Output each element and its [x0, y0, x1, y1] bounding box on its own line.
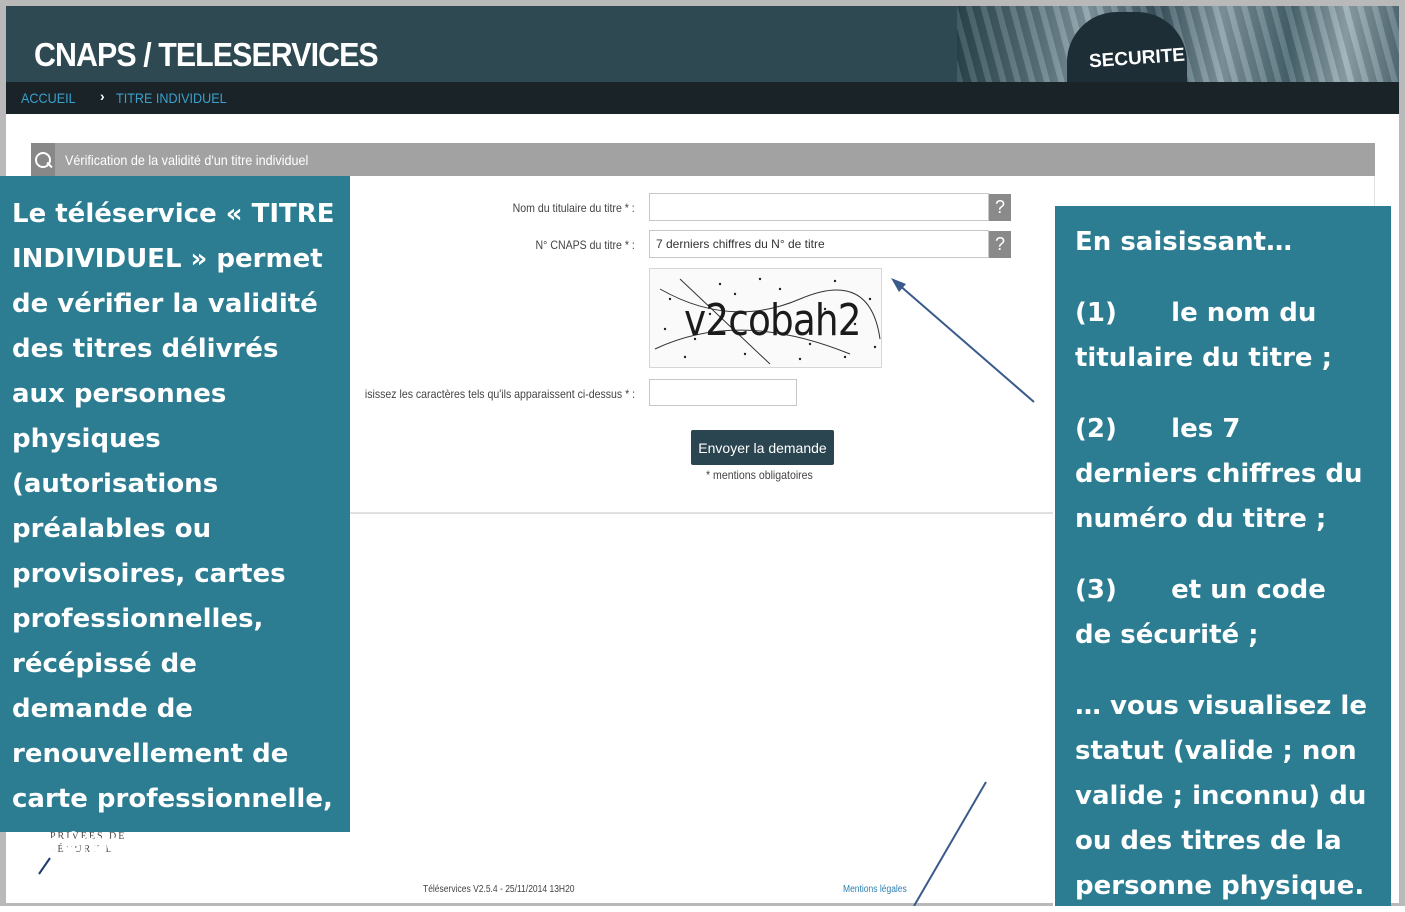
site-header: CNAPS / TELESERVICES SECURITE	[6, 6, 1399, 82]
header-banner-image: SECURITE	[957, 6, 1399, 82]
captcha-image: v2cobah2	[649, 268, 882, 368]
cnaps-number-input[interactable]	[649, 230, 989, 258]
right-callout-item: (1) le nom du titulaire du titre ;	[1075, 298, 1333, 373]
search-icon	[31, 143, 55, 176]
divider	[340, 513, 1060, 514]
mandatory-note: * mentions obligatoires	[706, 468, 813, 482]
panel-title: Vérification de la validité d'un titre i…	[65, 152, 309, 168]
panel-header: Vérification de la validité d'un titre i…	[31, 143, 1375, 176]
left-callout: Le téléservice « TITRE INDIVIDUEL » perm…	[0, 176, 350, 904]
site-title: CNAPS / TELESERVICES	[34, 36, 379, 73]
footer-version: Téléservices V2.5.4 - 25/11/2014 13H20	[423, 884, 575, 895]
cnaps-number-label: N° CNAPS du titre * :	[535, 238, 635, 252]
help-icon[interactable]: ?	[989, 231, 1011, 258]
breadcrumb-home-link[interactable]: ACCUEIL	[21, 90, 76, 106]
breadcrumb-current-link[interactable]: TITRE INDIVIDUEL	[116, 90, 227, 106]
right-callout-item: (2) les 7 derniers chiffres du numéro du…	[1075, 414, 1372, 534]
captcha-input[interactable]	[649, 379, 797, 406]
help-icon[interactable]: ?	[989, 194, 1011, 221]
left-callout-text: Le téléservice « TITRE INDIVIDUEL » perm…	[12, 199, 335, 904]
right-callout-outro: … vous visualisez le statut (valide ; no…	[1075, 691, 1367, 901]
submit-button[interactable]: Envoyer la demande	[691, 430, 834, 465]
captcha-label: isissez les caractères tels qu'ils appar…	[364, 387, 635, 401]
breadcrumb: ACCUEIL › TITRE INDIVIDUEL	[6, 82, 1399, 114]
right-callout: En saisissant… (1) le nom du titulaire d…	[1055, 206, 1391, 906]
holder-name-label: Nom du titulaire du titre * :	[512, 201, 635, 215]
right-callout-intro: En saisissant…	[1075, 227, 1293, 257]
holder-name-input[interactable]	[649, 193, 989, 221]
captcha-text: v2cobah2	[684, 295, 862, 346]
legal-mentions-link[interactable]: Mentions légales	[843, 884, 907, 895]
chevron-right-icon: ›	[100, 88, 105, 104]
right-callout-item: (3) et un code de sécurité ;	[1075, 575, 1335, 650]
